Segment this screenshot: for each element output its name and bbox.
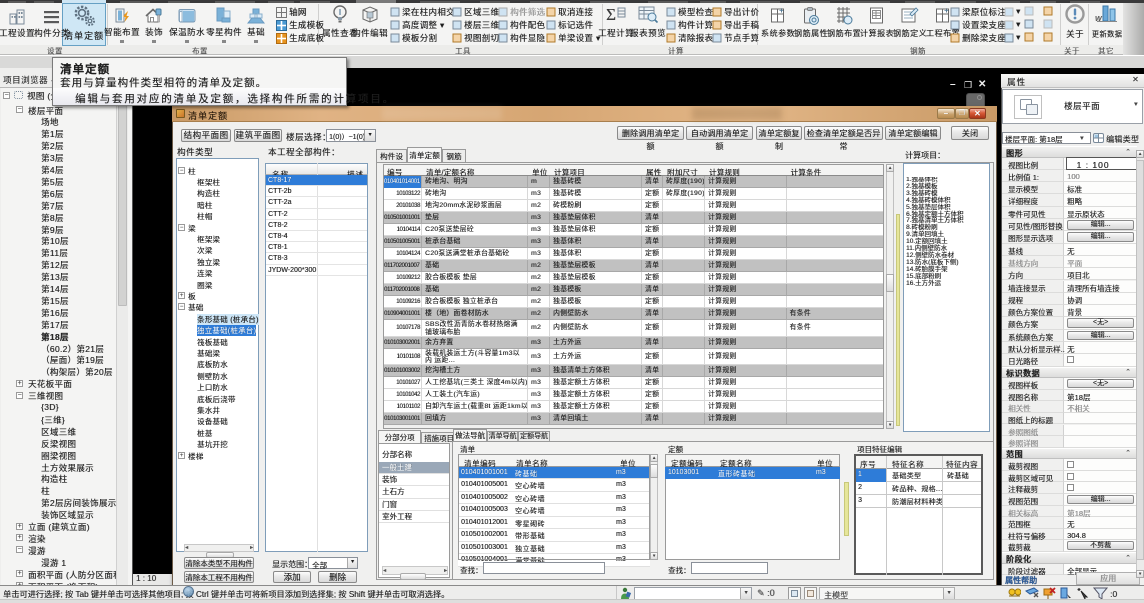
svg-text:+: + (944, 6, 949, 15)
svg-text:+: + (779, 6, 784, 15)
svg-text:Σ: Σ (606, 5, 616, 24)
